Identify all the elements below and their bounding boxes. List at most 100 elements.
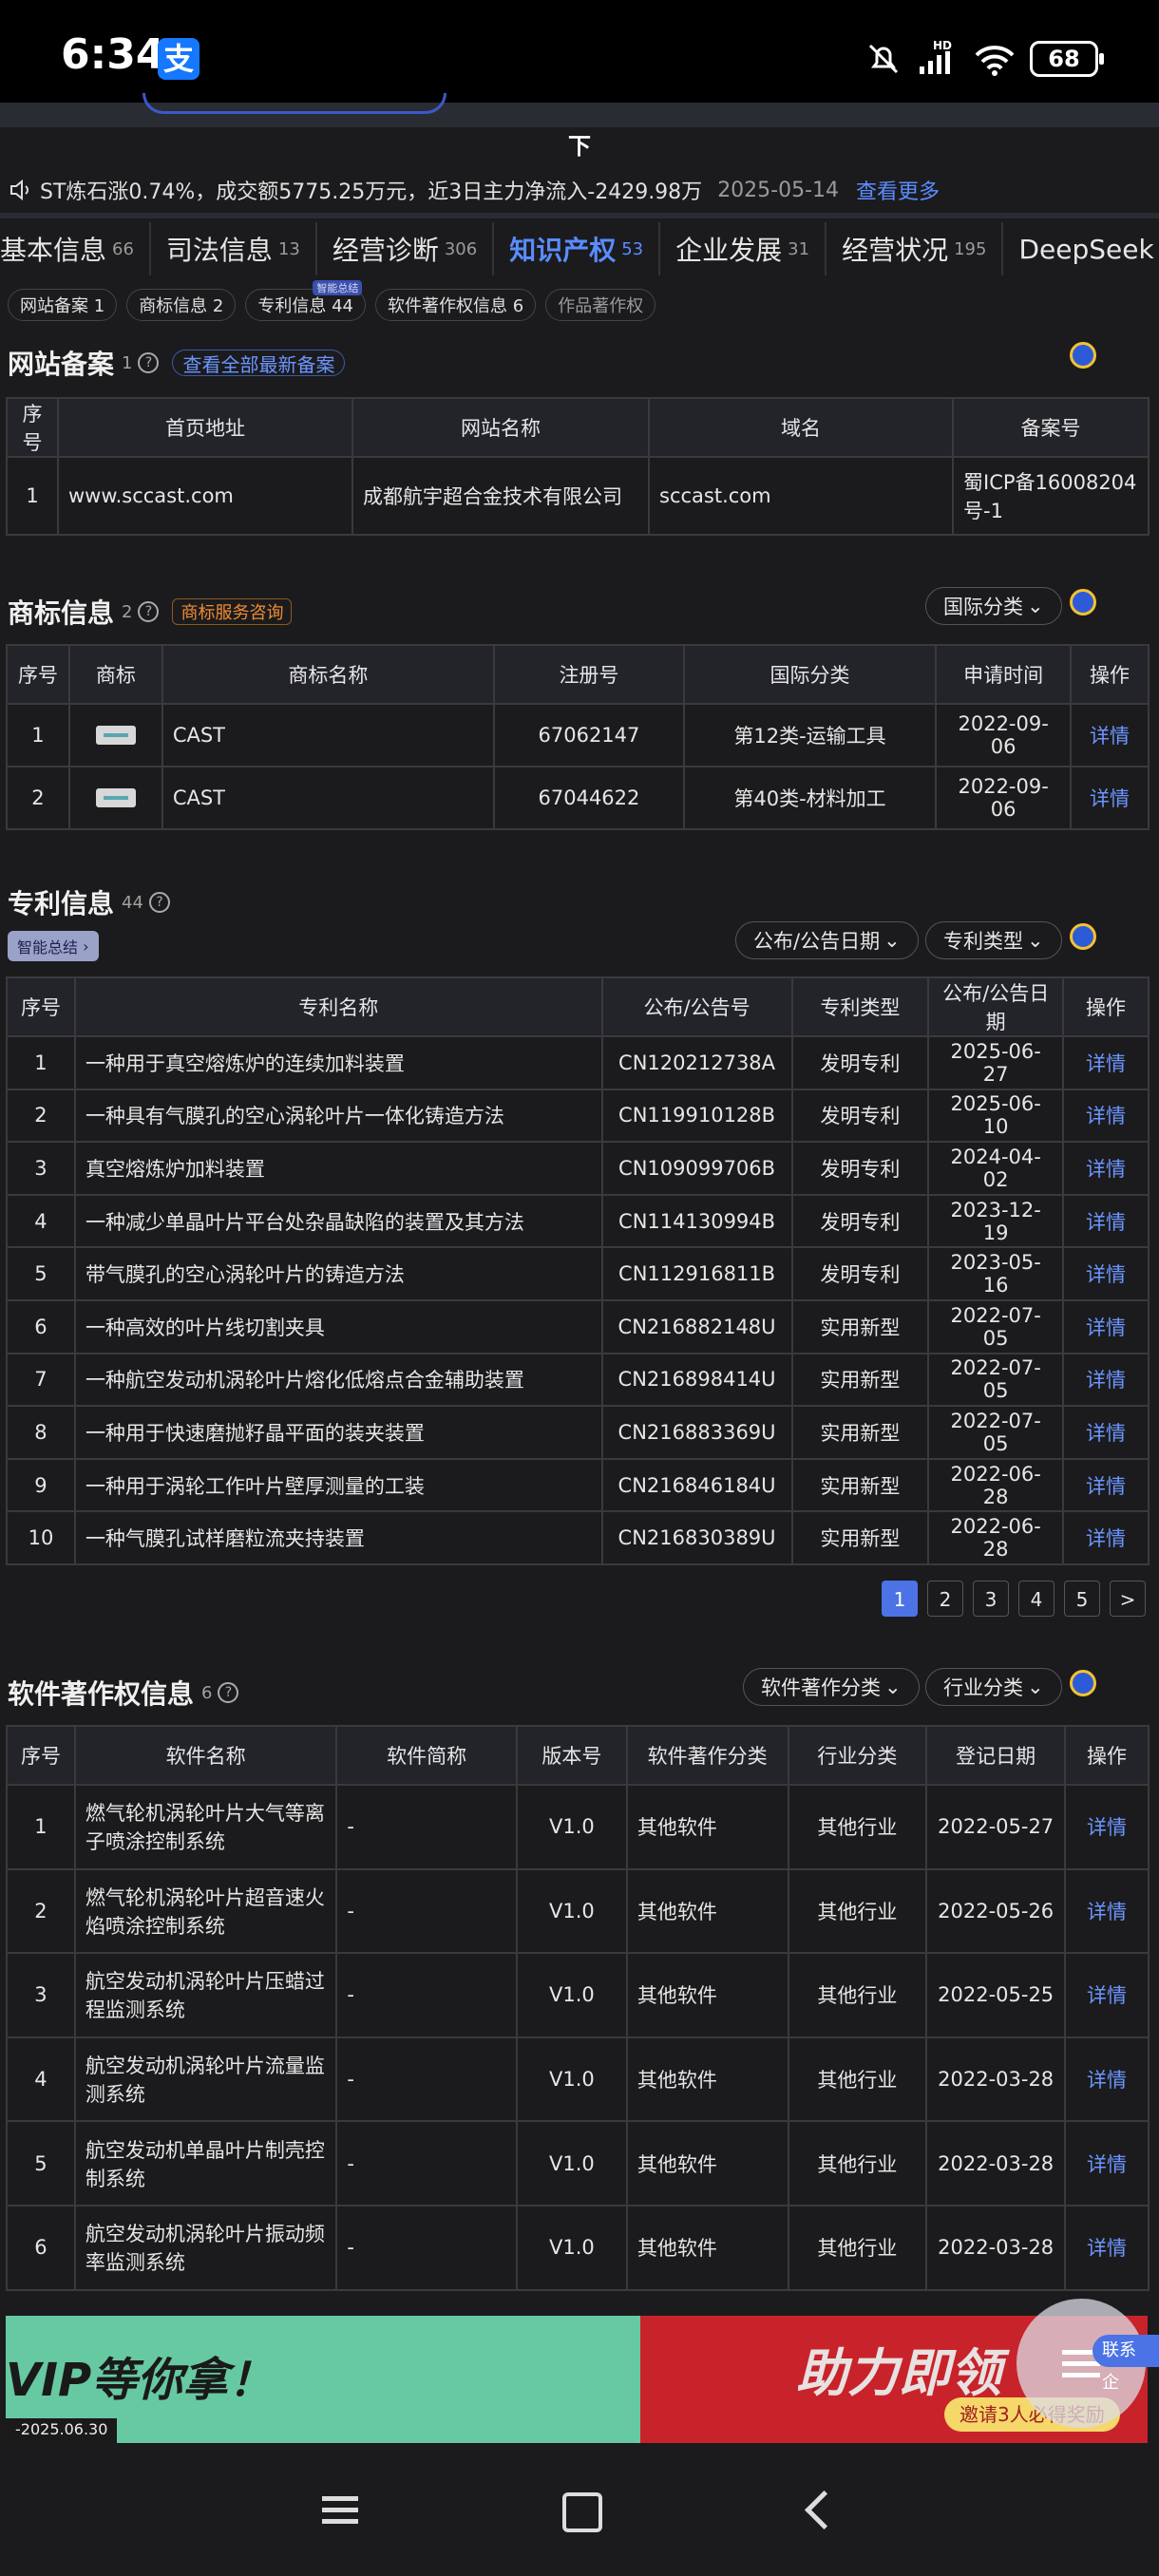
page-button[interactable]: 2 xyxy=(927,1581,963,1617)
cell: 真空熔炼炉加料装置 xyxy=(73,1141,603,1196)
page-button[interactable]: 1 xyxy=(882,1581,918,1617)
tab-diagnosis[interactable]: 经营诊断 306 xyxy=(317,222,495,275)
tab-development[interactable]: 企业发展 31 xyxy=(660,222,827,275)
page-button[interactable]: 4 xyxy=(1018,1581,1054,1617)
tab-judicial[interactable]: 司法信息 13 xyxy=(151,222,317,275)
tab-deepseek[interactable]: DeepSeek xyxy=(1003,222,1159,275)
page-button[interactable]: 5 xyxy=(1064,1581,1100,1617)
cell: 10 xyxy=(6,1510,76,1565)
detail-link[interactable]: 详情 xyxy=(1062,1193,1150,1249)
cell: 其他行业 xyxy=(787,2204,928,2291)
tab-label: 经营状况 xyxy=(842,235,949,266)
help-icon[interactable]: ? xyxy=(138,601,160,622)
detail-link[interactable]: 详情 xyxy=(1062,1352,1150,1408)
detail-link[interactable]: 详情 xyxy=(1062,1510,1150,1565)
detail-link[interactable]: 详情 xyxy=(1062,1141,1150,1196)
view-all-filings-link[interactable]: 查看全部最新备案 xyxy=(172,350,346,376)
cell[interactable]: www.sccast.com xyxy=(57,456,353,536)
trademark-logo-image[interactable] xyxy=(95,726,136,745)
detail-link[interactable]: 详情 xyxy=(1062,1457,1150,1513)
search-input[interactable] xyxy=(142,93,446,114)
detail-link[interactable]: 详情 xyxy=(1064,2120,1150,2207)
tab-label: 企业发展 xyxy=(675,235,783,266)
tab-label: 司法信息 xyxy=(165,235,273,266)
publish-date-dropdown[interactable]: 公布/公告日期 ⌄ xyxy=(735,921,919,959)
dropdown-label: 行业分类 xyxy=(943,1676,1023,1699)
stock-ticker: ST炼石涨0.74%，成交额5775.25万元，近3日主力净流入-2429.98… xyxy=(0,167,1159,213)
detail-link[interactable]: 详情 xyxy=(1062,1088,1150,1144)
cell xyxy=(67,766,163,830)
subtab-website[interactable]: 网站备案 1 xyxy=(8,289,118,321)
cell: 2022-09-06 xyxy=(935,766,1073,830)
promo-banner[interactable]: VIP等你拿！ -2025.06.30 助力即领 邀请3人必得奖励 xyxy=(6,2316,1148,2443)
detail-link[interactable]: 详情 xyxy=(1064,1867,1150,1955)
subtab-patent[interactable]: 专利信息 44 智能总结 xyxy=(245,280,367,321)
smart-summary-button[interactable]: 智能总结 › xyxy=(8,931,99,961)
subtab-trademark[interactable]: 商标信息 2 xyxy=(126,289,237,321)
menu-icon xyxy=(1062,2360,1100,2366)
next-page-button[interactable]: > xyxy=(1110,1581,1146,1617)
cell: 发明专利 xyxy=(790,1193,930,1249)
collapse-toggle[interactable]: 下 xyxy=(0,127,1159,160)
cell: 1 xyxy=(6,703,70,767)
cell: 航空发动机涡轮叶片振动频率监测系统 xyxy=(73,2204,338,2291)
tab-count: 53 xyxy=(621,238,644,259)
detail-link[interactable]: 详情 xyxy=(1070,766,1150,830)
intl-class-dropdown[interactable]: 国际分类 ⌄ xyxy=(925,587,1062,625)
search-icon[interactable] xyxy=(1070,589,1096,616)
cell: V1.0 xyxy=(515,2036,628,2123)
contact-button[interactable]: 联系企 xyxy=(1092,2335,1159,2393)
detail-link[interactable]: 详情 xyxy=(1062,1035,1150,1090)
back-icon[interactable] xyxy=(791,2481,848,2538)
svg-text:HD: HD xyxy=(933,40,952,52)
search-icon[interactable] xyxy=(1070,1670,1096,1696)
detail-link[interactable]: 详情 xyxy=(1064,2204,1150,2291)
cell: 其他行业 xyxy=(787,2036,928,2123)
tab-label: DeepSeek xyxy=(1018,233,1154,265)
cell: CN216882148U xyxy=(600,1298,793,1354)
search-icon[interactable] xyxy=(1070,342,1096,369)
page-button[interactable]: 3 xyxy=(973,1581,1009,1617)
detail-link[interactable]: 详情 xyxy=(1062,1246,1150,1301)
cell: 9 xyxy=(6,1457,76,1513)
search-icon[interactable] xyxy=(1070,923,1096,950)
detail-link[interactable]: 详情 xyxy=(1062,1298,1150,1354)
detail-link[interactable]: 详情 xyxy=(1070,703,1150,767)
menu-icon[interactable] xyxy=(311,2481,368,2538)
home-icon[interactable] xyxy=(551,2481,608,2538)
ticker-more-link[interactable]: 查看更多 xyxy=(856,175,940,205)
help-icon[interactable]: ? xyxy=(148,892,170,913)
tab-operations[interactable]: 经营状况 195 xyxy=(826,222,1004,275)
trademark-logo-image[interactable] xyxy=(95,788,136,807)
cell: CN216830389U xyxy=(600,1510,793,1565)
vip-promo[interactable]: VIP等你拿！ -2025.06.30 xyxy=(6,2316,640,2443)
patent-type-dropdown[interactable]: 专利类型 ⌄ xyxy=(925,921,1062,959)
tab-basic-info[interactable]: 基本信息 66 xyxy=(0,222,151,275)
software-section-title: 软件著作权信息 6 ? xyxy=(8,1674,239,1712)
table-row: 3 航空发动机涡轮叶片压蜡过程监测系统 - V1.0 其他软件 其他行业 2022-05-2… xyxy=(6,1952,1150,2038)
detail-link[interactable]: 详情 xyxy=(1064,2036,1150,2123)
industry-dropdown[interactable]: 行业分类 ⌄ xyxy=(925,1668,1062,1706)
status-bar: 6:34 支 HD 68 xyxy=(0,0,1159,103)
subtab-works[interactable]: 作品著作权 xyxy=(545,289,656,321)
help-icon[interactable]: ? xyxy=(218,1682,239,1703)
status-icons: HD 68 xyxy=(864,36,1104,82)
table-row: 2 燃气轮机涡轮叶片超音速火焰喷涂控制系统 - V1.0 其他软件 其他行业 2022-05… xyxy=(6,1867,1150,1955)
subtab-software[interactable]: 软件著作权信息 6 xyxy=(375,289,537,321)
cell: 带气膜孔的空心涡轮叶片的铸造方法 xyxy=(73,1246,603,1301)
section-count: 6 xyxy=(201,1682,213,1703)
detail-link[interactable]: 详情 xyxy=(1064,1784,1150,1870)
cell: 3 xyxy=(6,1952,76,2038)
col-header: 公布/公告号 xyxy=(600,976,793,1037)
detail-link[interactable]: 详情 xyxy=(1064,1952,1150,2038)
tab-ip[interactable]: 知识产权 53 xyxy=(494,222,661,275)
detail-link[interactable]: 详情 xyxy=(1062,1405,1150,1460)
col-header: 软件著作分类 xyxy=(625,1725,789,1786)
tab-label: 知识产权 xyxy=(509,235,617,266)
trademark-consult-link[interactable]: 商标服务咨询 xyxy=(172,598,293,625)
section-count: 2 xyxy=(122,601,133,622)
software-category-dropdown[interactable]: 软件著作分类 ⌄ xyxy=(743,1668,920,1706)
table-row: 1 一种用于真空熔炼炉的连续加料装置 CN120212738A 发明专利 2025-06… xyxy=(6,1035,1150,1090)
col-header: 软件简称 xyxy=(335,1725,518,1786)
help-icon[interactable]: ? xyxy=(138,352,160,373)
